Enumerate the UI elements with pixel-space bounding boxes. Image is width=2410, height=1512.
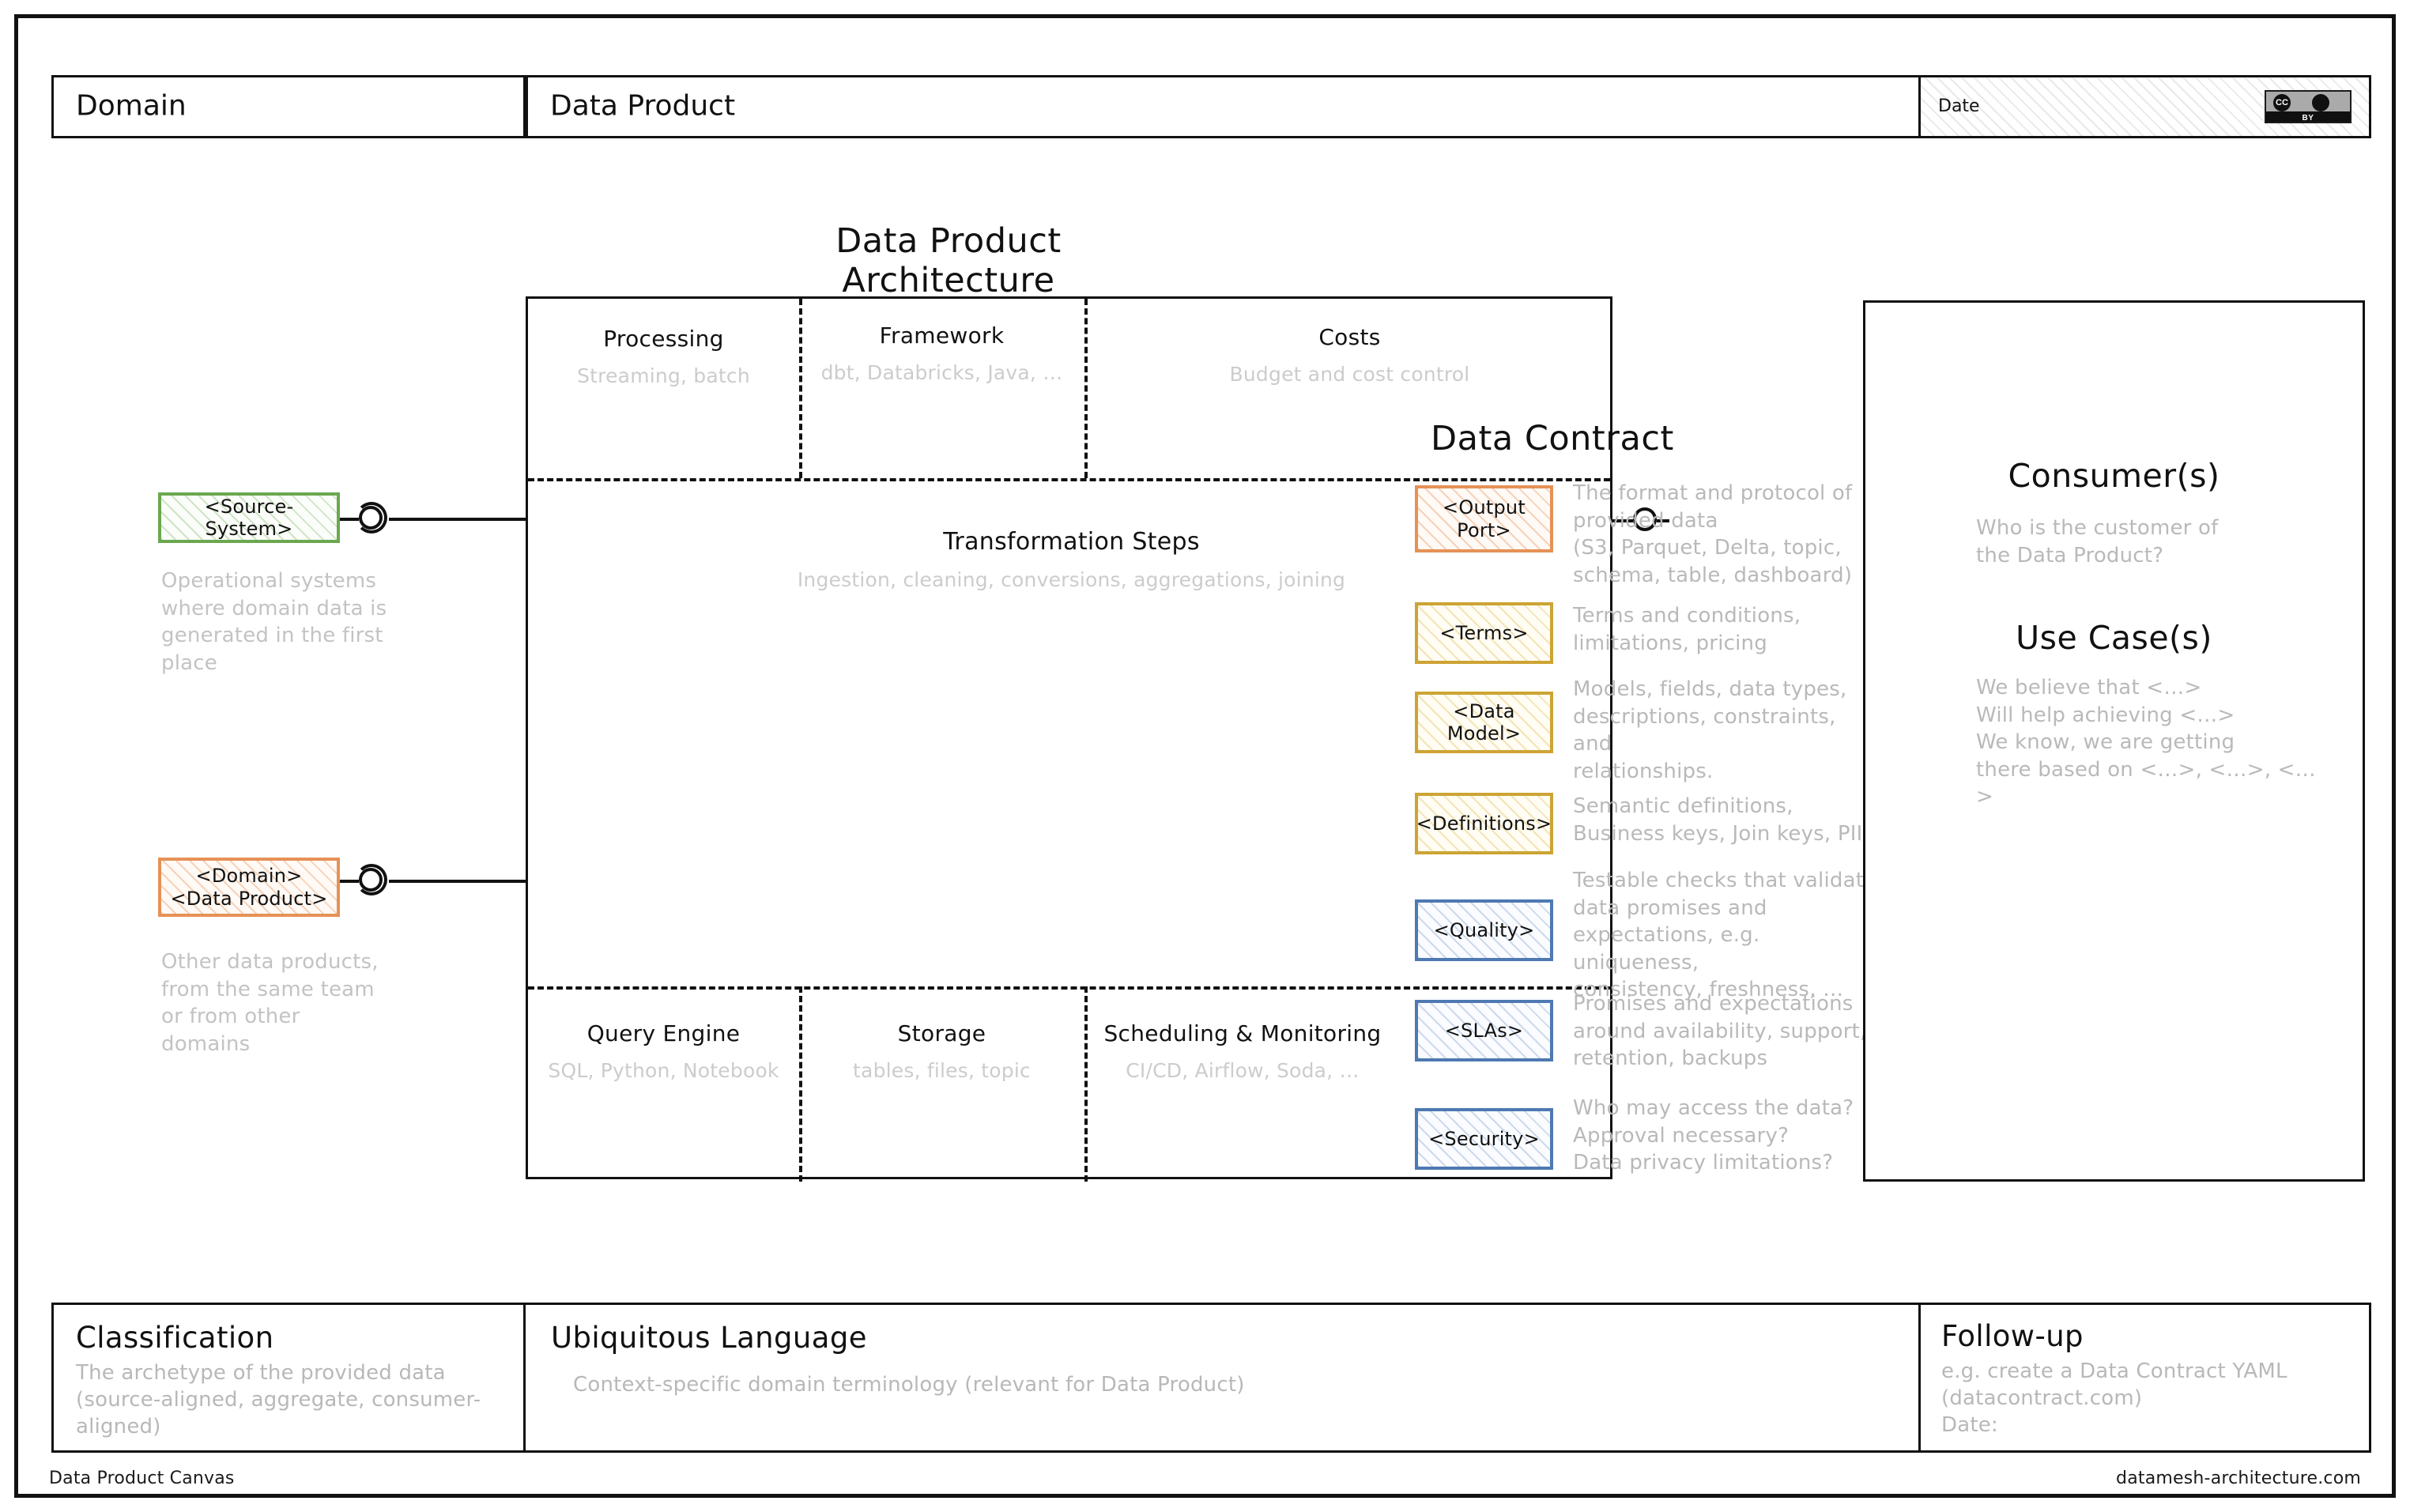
contract-chip-slas-label: <SLAs> — [1444, 1019, 1524, 1042]
upstream-socket-icon — [356, 864, 387, 896]
cell-query-engine: Query Engine SQL, Python, Notebook — [528, 1020, 799, 1082]
attribution-person-icon — [2312, 94, 2329, 111]
ubiquitous-language-box[interactable]: Ubiquitous Language Context-specific dom… — [526, 1303, 1921, 1453]
classification-title: Classification — [76, 1321, 274, 1355]
footer-right-label[interactable]: datamesh-architecture.com — [2116, 1469, 2361, 1488]
contract-chip-security[interactable]: <Security> — [1415, 1108, 1553, 1170]
contract-chip-data-model-label: <Data Model> — [1446, 699, 1522, 745]
cell-scheduling-monitoring: Scheduling & Monitoring CI/CD, Airflow, … — [1084, 1020, 1401, 1082]
cell-storage-subtitle: tables, files, topic — [853, 1059, 1031, 1082]
contract-desc-quality: Testable checks that validate data promi… — [1573, 869, 1877, 1002]
contract-chip-terms[interactable]: <Terms> — [1415, 602, 1553, 664]
followup-box[interactable]: Follow-up e.g. create a Data Contract YA… — [1921, 1303, 2371, 1453]
contract-desc-definitions: Semantic definitions, Business keys, Joi… — [1573, 794, 1863, 846]
followup-body: e.g. create a Data Contract YAML (dataco… — [1941, 1359, 2287, 1437]
contract-chip-data-model[interactable]: <Data Model> — [1415, 692, 1553, 753]
cell-framework-title: Framework — [879, 322, 1005, 349]
cc-by-text: BY — [2302, 114, 2314, 123]
architecture-title: Data Product Architecture — [835, 221, 1062, 300]
contract-chip-output-port-label: <Output Port> — [1443, 496, 1526, 541]
contract-chip-output-port[interactable]: <Output Port> — [1415, 485, 1553, 552]
classification-body: The archetype of the provided data (sour… — [76, 1361, 481, 1438]
contract-desc-security: Who may access the data? Approval necess… — [1573, 1096, 1854, 1175]
cell-costs-subtitle: Budget and cost control — [1229, 363, 1470, 386]
consumers-panel: Consumer(s) Who is the customer of the D… — [1863, 300, 2365, 1182]
source-system-note: Operational systems where domain data is… — [161, 569, 387, 675]
upstream-product-label: <Data Product> — [170, 887, 328, 910]
upstream-data-product-note: Other data products, from the same team … — [161, 950, 379, 1056]
contract-chip-definitions[interactable]: <Definitions> — [1415, 793, 1553, 854]
cell-scheduling-title: Scheduling & Monitoring — [1103, 1020, 1382, 1046]
data-product-label: Data Product — [550, 89, 736, 123]
cell-framework-subtitle: dbt, Databricks, Java, … — [820, 361, 1063, 384]
contract-chip-quality-label: <Quality> — [1433, 918, 1535, 941]
upstream-conn-right — [389, 880, 527, 883]
cell-processing-title: Processing — [603, 326, 724, 352]
contract-chip-slas[interactable]: <SLAs> — [1415, 1000, 1553, 1061]
source-system-chip[interactable]: <Source-System> — [158, 492, 340, 543]
footer-left-label: Data Product Canvas — [49, 1469, 235, 1488]
contract-chip-terms-label: <Terms> — [1439, 621, 1529, 644]
date-field[interactable]: Date CC BY — [1921, 75, 2371, 138]
usecases-heading: Use Case(s) — [2016, 619, 2212, 657]
cell-transformation-subtitle: Ingestion, cleaning, conversions, aggreg… — [797, 568, 1346, 591]
upstream-data-product-chip[interactable]: <Domain> <Data Product> — [158, 858, 340, 917]
data-product-field[interactable]: Data Product — [526, 75, 1921, 138]
contract-desc-terms: Terms and conditions, limitations, prici… — [1573, 604, 1801, 655]
arch-divider-bottom — [528, 986, 1610, 990]
cell-costs: Costs Budget and cost control — [1084, 324, 1615, 386]
consumers-heading: Consumer(s) — [2008, 457, 2220, 495]
cell-framework: Framework dbt, Databricks, Java, … — [799, 322, 1084, 384]
cell-storage: Storage tables, files, topic — [799, 1020, 1084, 1082]
cc-by-license-icon: CC BY — [2265, 90, 2352, 123]
cell-scheduling-subtitle: CI/CD, Airflow, Soda, … — [1126, 1059, 1360, 1082]
arch-divider-top — [528, 478, 1610, 481]
contract-desc-slas: Promises and expectations around availab… — [1573, 992, 1867, 1071]
domain-field[interactable]: Domain — [51, 75, 526, 138]
date-label: Date — [1938, 96, 1980, 116]
data-product-canvas: Domain Data Product Date CC BY Data Prod… — [0, 0, 2410, 1512]
source-system-label: <Source-System> — [204, 495, 294, 540]
contract-chip-quality[interactable]: <Quality> — [1415, 899, 1553, 961]
header-row: Domain Data Product Date CC BY — [51, 75, 2371, 138]
cell-processing: Processing Streaming, batch — [528, 326, 799, 387]
domain-label: Domain — [76, 89, 187, 123]
classification-box[interactable]: Classification The archetype of the prov… — [51, 1303, 526, 1453]
data-contract-title: Data Contract — [1431, 419, 1674, 458]
arch-vdiv-bot-1 — [799, 986, 802, 1182]
cell-query-engine-subtitle: SQL, Python, Notebook — [548, 1059, 779, 1082]
bottom-row: Classification The archetype of the prov… — [51, 1303, 2371, 1453]
cell-costs-title: Costs — [1318, 324, 1381, 350]
contract-chip-definitions-label: <Definitions> — [1416, 812, 1552, 835]
followup-title: Follow-up — [1941, 1319, 2084, 1353]
contract-desc-output-port: The format and protocol of provided data… — [1573, 481, 1853, 587]
source-socket-icon — [356, 502, 387, 534]
source-conn-right — [389, 518, 527, 521]
cell-processing-subtitle: Streaming, batch — [577, 364, 750, 387]
contract-desc-data-model: Models, fields, data types, descriptions… — [1573, 677, 1847, 783]
usecases-body[interactable]: We believe that <…> Will help achieving … — [1976, 674, 2324, 811]
ubiquitous-title: Ubiquitous Language — [551, 1321, 867, 1355]
arch-vdiv-bot-2 — [1084, 986, 1088, 1182]
consumers-body[interactable]: Who is the customer of the Data Product? — [1976, 515, 2308, 569]
cell-query-engine-title: Query Engine — [586, 1020, 741, 1046]
cc-circle-icon: CC — [2273, 94, 2291, 111]
ubiquitous-body: Context-specific domain terminology (rel… — [573, 1373, 1245, 1397]
upstream-domain-label: <Domain> — [195, 865, 303, 888]
cell-storage-title: Storage — [897, 1020, 986, 1046]
contract-chip-security-label: <Security> — [1428, 1127, 1540, 1150]
